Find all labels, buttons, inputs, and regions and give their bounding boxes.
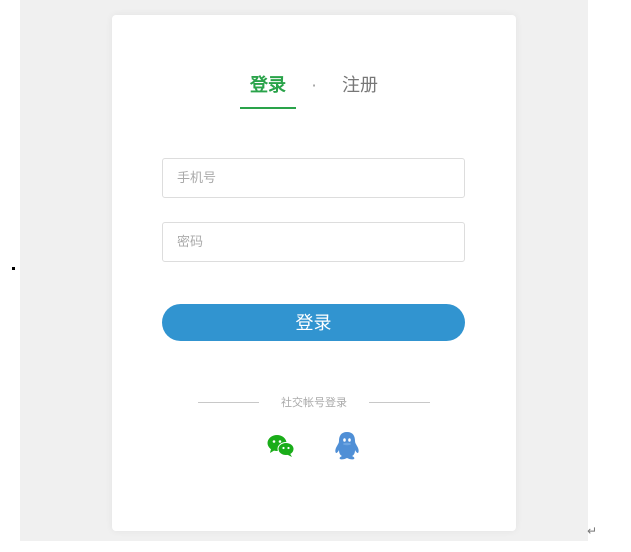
return-mark: ↵	[587, 524, 598, 538]
page: 登录 · 注册 登录 社交帐号登录	[0, 0, 631, 552]
social-login-divider: 社交帐号登录	[112, 392, 516, 412]
login-card: 登录 · 注册 登录 社交帐号登录	[112, 15, 516, 531]
qq-icon-graphic	[335, 432, 359, 460]
password-input[interactable]	[162, 222, 465, 262]
phone-input[interactable]	[162, 158, 465, 198]
qq-icon[interactable]	[332, 430, 362, 462]
auth-tabs: 登录 · 注册	[112, 73, 516, 123]
social-login-label: 社交帐号登录	[281, 396, 347, 409]
tab-login[interactable]: 登录	[240, 73, 296, 109]
wechat-icon-graphic	[267, 435, 295, 457]
tab-register[interactable]: 注册	[332, 73, 388, 107]
page-background: 登录 · 注册 登录 社交帐号登录	[20, 0, 588, 541]
login-button[interactable]: 登录	[162, 304, 465, 341]
tab-separator: ·	[311, 76, 317, 95]
social-login-icons	[112, 430, 516, 462]
stray-dot	[12, 267, 15, 270]
divider-line-right	[369, 401, 430, 403]
divider-line-left	[198, 401, 259, 403]
wechat-icon[interactable]	[266, 430, 296, 462]
